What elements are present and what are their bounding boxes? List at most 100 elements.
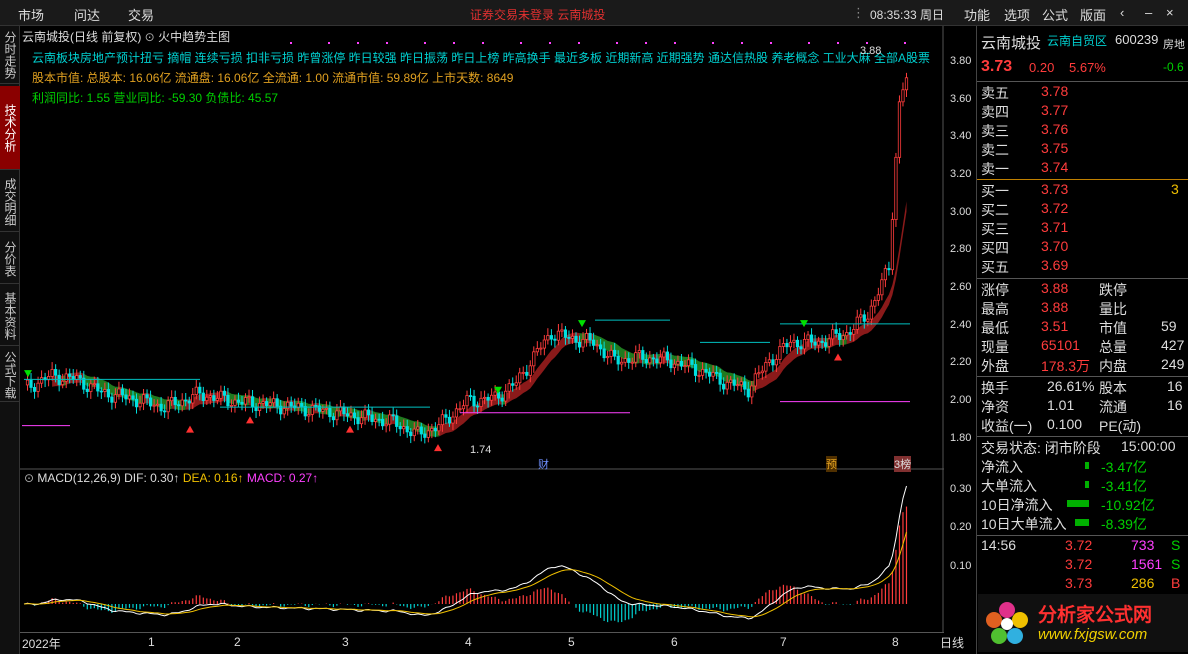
candle-body: [855, 316, 859, 330]
candle-body: [50, 369, 54, 377]
candle-body: [736, 384, 740, 387]
candle-body: [620, 361, 624, 365]
candle-body: [630, 361, 634, 364]
low-label: 1.74: [470, 444, 492, 456]
xlabel: 2: [234, 635, 241, 649]
menu-market[interactable]: 市场: [18, 5, 44, 24]
growth-line: 利润同比: 1.55 营业同比: -59.30 负债比: 45.57: [32, 91, 279, 105]
candle-body: [426, 430, 430, 438]
marker-forecast[interactable]: 预: [826, 456, 837, 472]
candle-body: [163, 410, 167, 413]
menu-wenda[interactable]: 问达: [74, 5, 100, 24]
menu-formula[interactable]: 公式: [1042, 5, 1068, 24]
candle-body: [655, 358, 659, 364]
marker-board[interactable]: 3榜: [894, 456, 912, 472]
candle-body: [616, 355, 620, 365]
fundamentals-line: 股本市值: 总股本: 16.06亿 流通盘: 16.06亿 全流通: 1.00 …: [32, 71, 514, 85]
candle-body: [388, 414, 392, 425]
xlabel: 4: [465, 635, 472, 649]
candle-body: [581, 338, 585, 348]
signal-dot: [645, 42, 647, 44]
tab-intraday[interactable]: 分时走势: [0, 26, 20, 84]
menu-function[interactable]: 功能: [964, 5, 990, 24]
candle-body: [233, 399, 237, 406]
xlabel: 5: [568, 635, 575, 649]
indicator-name[interactable]: 火中趋势主图: [158, 30, 230, 44]
candle-body: [36, 382, 40, 392]
tick-row: 3.73 286 B: [1065, 575, 1181, 591]
candle-body: [743, 381, 747, 390]
tab-technical[interactable]: 技术分析: [0, 86, 20, 170]
candle-body: [539, 347, 543, 350]
signal-dot: [386, 42, 388, 44]
candle-body: [627, 358, 631, 363]
candle-body: [433, 428, 437, 432]
candle-body: [173, 396, 177, 406]
candle-body: [391, 414, 395, 417]
bid-row: 买五 3.69: [981, 257, 1069, 275]
login-notice: 证券交易未登录 云南城投: [470, 8, 606, 22]
xlabel: 8: [892, 635, 899, 649]
candle-body: [750, 385, 754, 398]
candle-body: [567, 336, 571, 339]
marker-finance[interactable]: 财: [538, 456, 549, 472]
candle-body: [623, 358, 627, 363]
candle-body: [373, 418, 378, 422]
tab-transactions[interactable]: 成交明细: [0, 172, 20, 232]
sector-tag[interactable]: 云南自贸区: [1047, 32, 1107, 49]
candle-body: [778, 346, 782, 360]
chart-title: 云南城投(日线 前复权): [22, 30, 142, 44]
candle-body: [458, 408, 462, 411]
candle-body: [479, 397, 483, 407]
menu-trade[interactable]: 交易: [128, 5, 154, 24]
candle-body: [352, 412, 357, 418]
menu-options[interactable]: 选项: [1004, 5, 1030, 24]
tab-price-table[interactable]: 分价表: [0, 234, 20, 284]
candle-body: [321, 408, 325, 412]
candle-body: [461, 405, 466, 410]
period-label[interactable]: 日线: [940, 634, 964, 651]
flow-row: 10日大单流入 -8.39亿: [981, 516, 1147, 532]
candle-body: [504, 390, 508, 402]
candle-body: [490, 394, 494, 401]
close-icon[interactable]: ×: [1166, 5, 1174, 20]
candle-body: [331, 416, 335, 421]
candle-body: [518, 372, 522, 384]
candle-body: [876, 294, 880, 301]
tab-profile[interactable]: 基本资料: [0, 286, 20, 346]
candle-body: [314, 405, 318, 407]
candle-body: [841, 335, 845, 340]
candle-body: [641, 350, 645, 360]
macd-value: MACD: 0.27↑: [246, 471, 319, 485]
back-icon[interactable]: ‹: [1120, 5, 1124, 20]
tab-formula-download[interactable]: 公式下载: [0, 348, 20, 402]
candle-body: [809, 334, 814, 343]
tick-row: 14:56 3.72 733 S: [981, 537, 1181, 553]
candle-body: [676, 360, 680, 365]
signal-dot: [290, 42, 292, 44]
menu-layout[interactable]: 版面: [1080, 5, 1106, 24]
kline-chart[interactable]: [20, 26, 944, 632]
candle-body: [307, 414, 311, 417]
candle-body: [272, 398, 276, 404]
industry-tag[interactable]: 房地: [1163, 36, 1185, 52]
grid-icon[interactable]: ⋮: [852, 5, 865, 21]
stock-code: 600239: [1115, 32, 1159, 47]
candle-body: [419, 426, 423, 435]
candle-body: [493, 391, 497, 396]
flower-icon: [986, 602, 1028, 644]
minimize-icon[interactable]: –: [1145, 5, 1152, 20]
candle-body: [25, 379, 30, 386]
pct-change: 5.67%: [1069, 60, 1106, 75]
candle-body: [412, 428, 416, 437]
candle-body: [39, 377, 44, 384]
candle-body: [901, 89, 905, 103]
macd-label[interactable]: MACD(12,26,9): [37, 471, 120, 485]
candle-body: [240, 401, 244, 405]
candle-body: [444, 414, 448, 418]
candle-body: [602, 348, 606, 359]
candle-body: [89, 383, 93, 392]
candle-body: [250, 396, 255, 408]
watermark-title: 分析家公式网: [1038, 605, 1153, 626]
quote-panel: 云南城投 云南自贸区 600239 房地 3.73 0.20 5.67% -0.…: [976, 26, 1188, 654]
